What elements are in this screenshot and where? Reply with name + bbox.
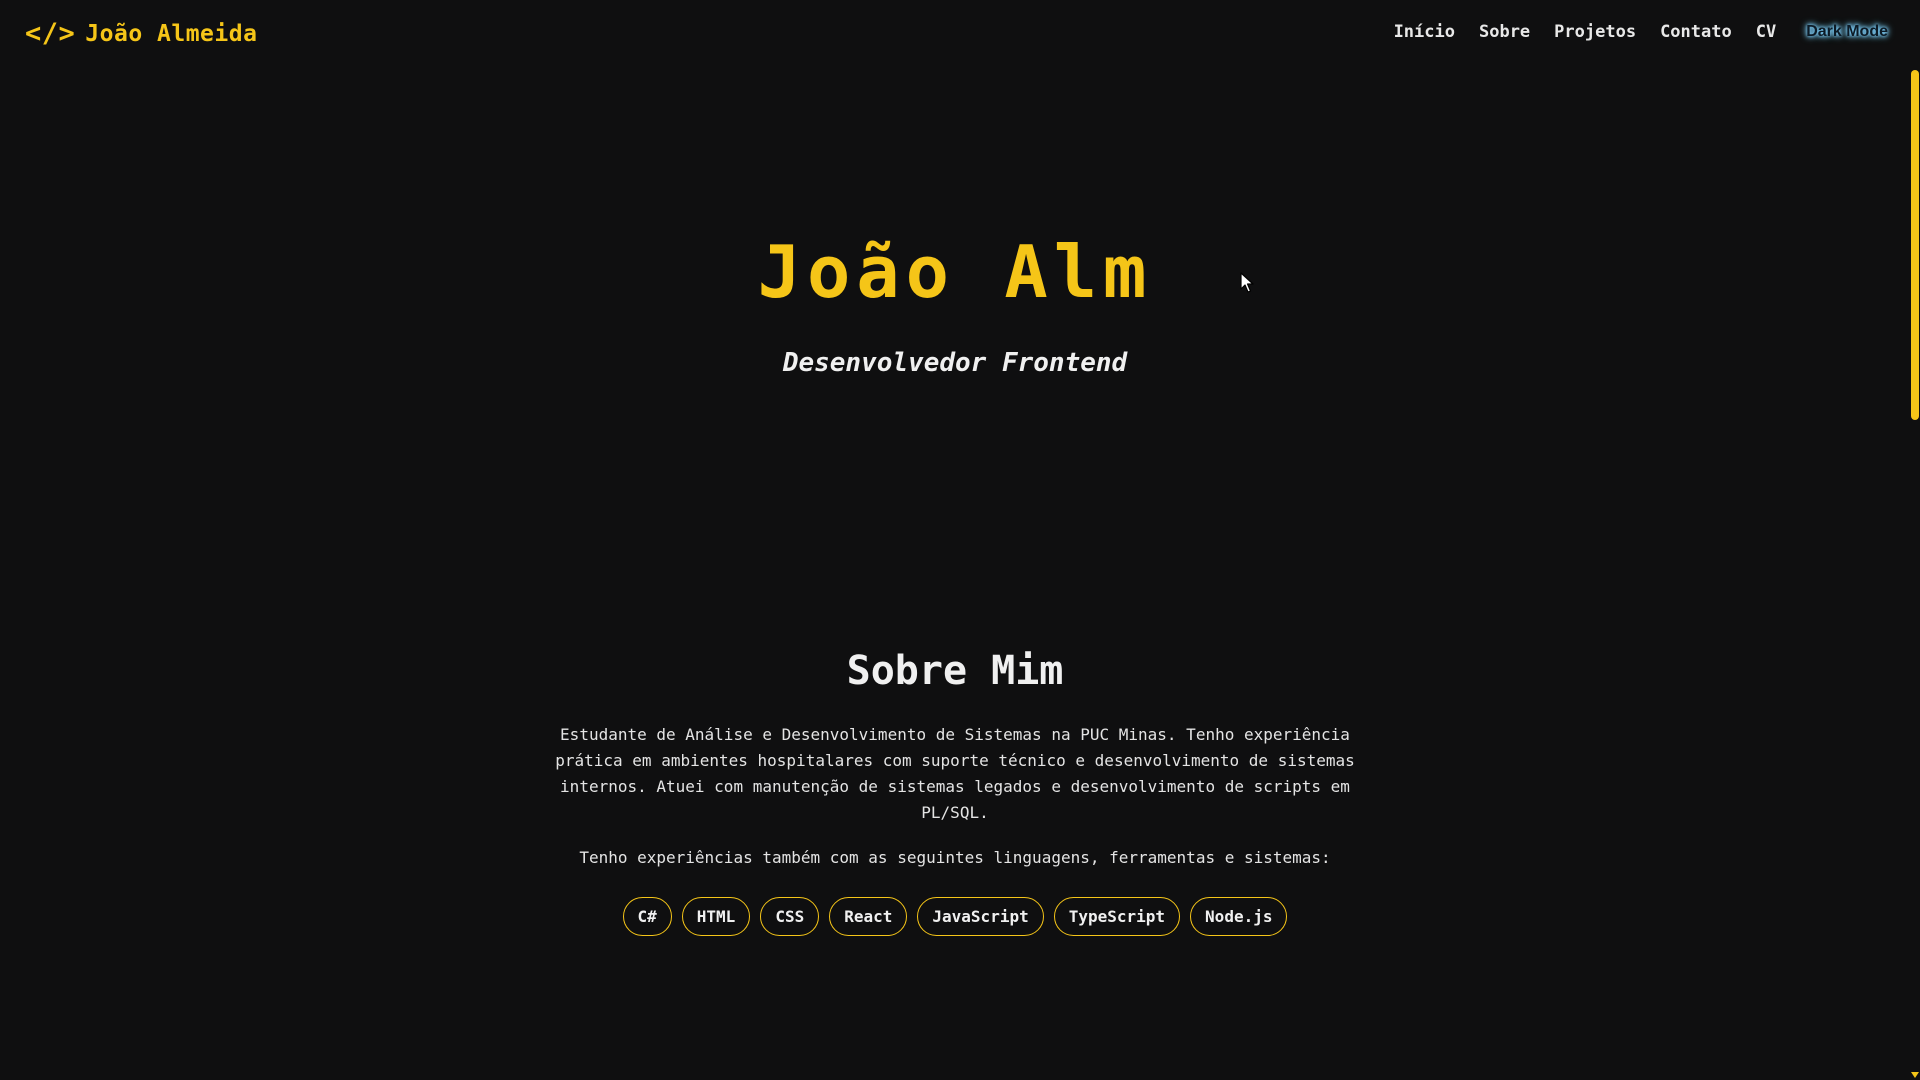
hero-subtitle: Desenvolvedor Frontend — [782, 348, 1128, 378]
navbar: </> João Almeida Início Sobre Projetos C… — [0, 0, 1920, 68]
skill-tag: C# — [622, 897, 672, 936]
about-paragraph: Estudante de Análise e Desenvolvimento d… — [555, 725, 1355, 822]
site-logo[interactable]: </> João Almeida — [25, 18, 257, 49]
scroll-down-arrow-icon[interactable] — [1911, 1072, 1919, 1078]
skills-list: C# HTML CSS React JavaScript TypeScript … — [0, 897, 1910, 936]
skill-tag: Node.js — [1190, 897, 1288, 936]
nav-link-inicio[interactable]: Início — [1394, 22, 1455, 42]
nav-menu: Início Sobre Projetos Contato CV Dark Mo… — [1394, 22, 1888, 42]
nav-link-contato[interactable]: Contato — [1660, 22, 1732, 42]
scrollbar-thumb[interactable] — [1911, 70, 1919, 420]
scrollbar[interactable] — [1910, 0, 1920, 1080]
skill-tag: CSS — [760, 897, 820, 936]
skill-tag: TypeScript — [1053, 897, 1181, 936]
logo-text: João Almeida — [85, 20, 258, 47]
about-section: Sobre Mim Estudante de Análise e Desenvo… — [0, 648, 1910, 936]
nav-link-cv[interactable]: CV — [1756, 22, 1776, 42]
code-brackets-icon: </> — [25, 18, 76, 49]
hero-section: João Alm Desenvolvedor Frontend — [0, 230, 1910, 378]
hero-title: João Alm — [757, 230, 1153, 314]
nav-link-projetos[interactable]: Projetos — [1554, 22, 1636, 42]
skill-tag: React — [829, 897, 908, 936]
skill-tag: HTML — [681, 897, 751, 936]
skills-intro: Tenho experiências também com as seguint… — [579, 848, 1331, 867]
about-title: Sobre Mim — [846, 648, 1064, 694]
nav-link-sobre[interactable]: Sobre — [1479, 22, 1530, 42]
dark-mode-toggle[interactable]: Dark Mode — [1806, 23, 1888, 41]
skill-tag: JavaScript — [917, 897, 1044, 936]
